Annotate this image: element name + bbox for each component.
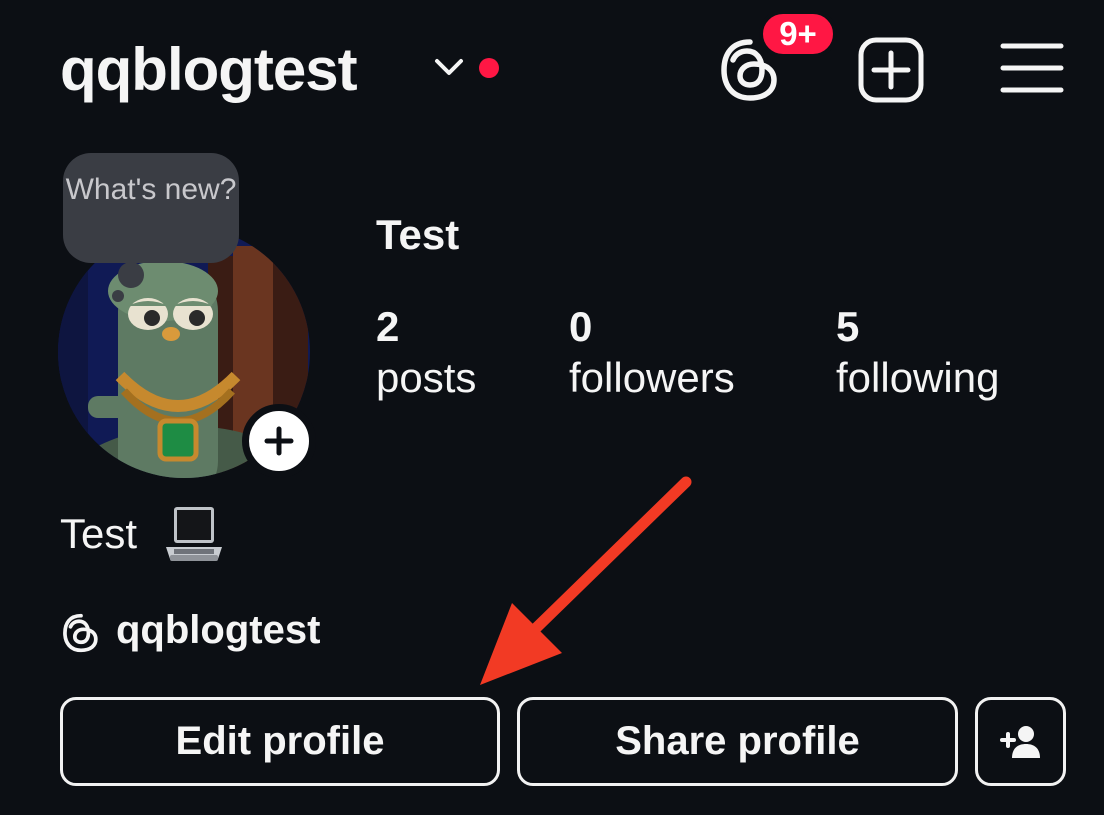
display-name: Test bbox=[376, 211, 460, 258]
share-profile-button[interactable]: Share profile bbox=[517, 697, 958, 786]
stat-followers[interactable]: 0 followers bbox=[569, 302, 735, 404]
username-title[interactable]: qqblogtest bbox=[60, 30, 358, 110]
stat-label: posts bbox=[376, 354, 477, 401]
stat-count: 0 bbox=[569, 303, 593, 350]
threads-notification-badge: 9+ bbox=[759, 10, 837, 58]
stat-label: following bbox=[836, 354, 1000, 401]
stat-count: 2 bbox=[376, 303, 400, 350]
threads-handle: qqblogtest bbox=[116, 608, 321, 652]
stat-following[interactable]: 5 following bbox=[836, 302, 999, 404]
notification-dot bbox=[479, 58, 499, 78]
discover-people-button[interactable] bbox=[975, 697, 1066, 786]
stat-label: followers bbox=[569, 354, 735, 401]
laptop-icon bbox=[166, 507, 222, 561]
add-story-plus-icon[interactable] bbox=[242, 404, 316, 478]
add-person-icon bbox=[999, 725, 1040, 758]
stat-posts[interactable]: 2 posts bbox=[376, 302, 476, 404]
annotation-arrow bbox=[480, 476, 692, 685]
threads-icon bbox=[63, 613, 98, 653]
stat-count: 5 bbox=[836, 303, 860, 350]
bio-text: Test bbox=[60, 510, 138, 557]
chevron-down-icon[interactable] bbox=[432, 52, 466, 82]
edit-profile-button[interactable]: Edit profile bbox=[60, 697, 500, 786]
note-bubble-tail bbox=[118, 262, 144, 288]
note-bubble[interactable]: What's new? bbox=[63, 153, 239, 263]
hamburger-menu-icon[interactable] bbox=[1000, 40, 1064, 96]
note-bubble-tail bbox=[112, 290, 124, 302]
plus-square-icon[interactable] bbox=[857, 36, 925, 104]
